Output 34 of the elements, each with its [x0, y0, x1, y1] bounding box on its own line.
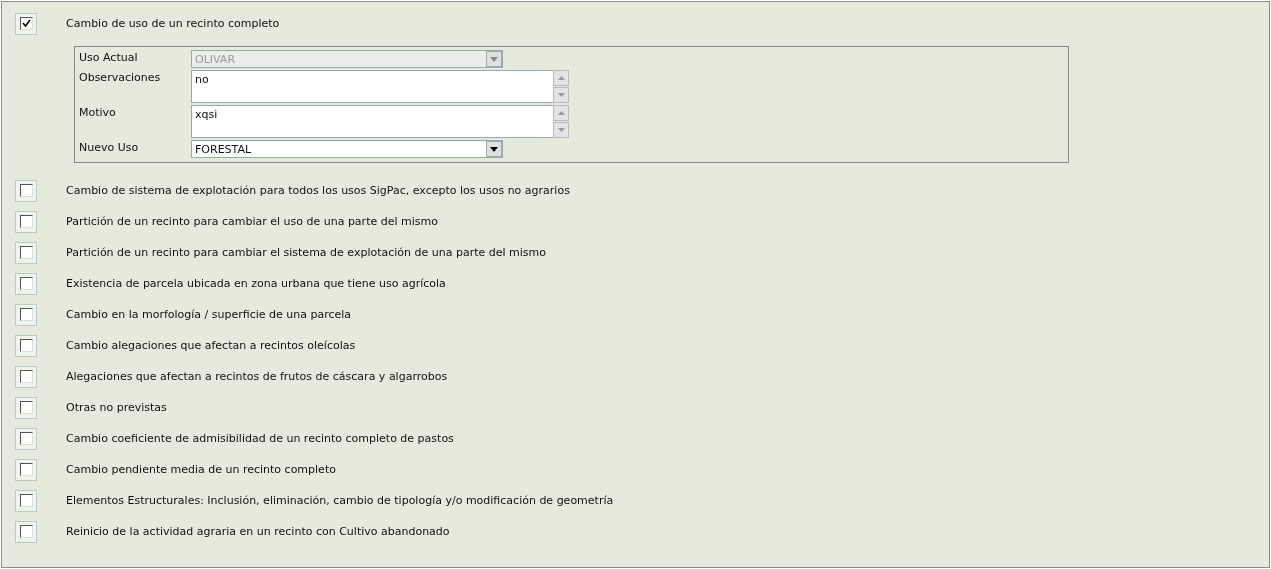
option-label: Cambio pendiente media de un recinto completo [66, 463, 336, 476]
field-label: Uso Actual [79, 50, 139, 64]
checkbox[interactable] [19, 463, 33, 476]
checkbox[interactable] [19, 494, 33, 507]
text-area[interactable]: xqsi [191, 105, 556, 138]
dropdown[interactable]: FORESTAL [191, 140, 503, 158]
checkbox[interactable] [19, 184, 33, 197]
option-label: Elementos Estructurales: Inclusión, eliminación, cambio de tipología y/o modificación de geometría [66, 494, 614, 507]
option-label: Cambio de sistema de explotación para todos los usos SigPac, excepto los usos no agrarios [66, 184, 570, 197]
option-label: Cambio de uso de un recinto completo [66, 17, 280, 30]
checkbox[interactable] [19, 525, 33, 538]
checkbox[interactable] [19, 215, 33, 228]
option-label: Cambio coeficiente de admisibilidad de un recinto completo de pastos [66, 432, 454, 445]
option-label: Reinicio de la actividad agraria en un recinto con Cultivo abandonado [66, 525, 450, 538]
option-label: Alegaciones que afectan a recintos de frutos de cáscara y algarrobos [66, 370, 448, 383]
field-label: Observaciones [79, 70, 162, 84]
checkbox[interactable] [19, 246, 33, 259]
field-label: Motivo [79, 105, 117, 119]
checkbox[interactable] [19, 401, 33, 414]
option-label: Partición de un recinto para cambiar el sistema de explotación de una parte del mismo [66, 246, 547, 259]
check-icon [21, 19, 31, 28]
checkbox[interactable] [19, 432, 33, 445]
checkbox[interactable] [19, 308, 33, 321]
checkbox[interactable] [19, 277, 33, 290]
checkbox[interactable] [19, 339, 33, 352]
checkbox[interactable] [19, 370, 33, 383]
option-label: Otras no previstas [66, 401, 167, 414]
option-label: Partición de un recinto para cambiar el uso de una parte del mismo [66, 215, 438, 228]
text-area[interactable]: no [191, 70, 556, 103]
checkbox[interactable] [19, 17, 33, 30]
option-label: Cambio en la morfología / superficie de una parcela [66, 308, 352, 321]
option-label: Cambio alegaciones que afectan a recintos oleícolas [66, 339, 356, 352]
option-label: Existencia de parcela ubicada en zona urbana que tiene uso agrícola [66, 277, 446, 290]
field-label: Nuevo Uso [79, 140, 140, 154]
